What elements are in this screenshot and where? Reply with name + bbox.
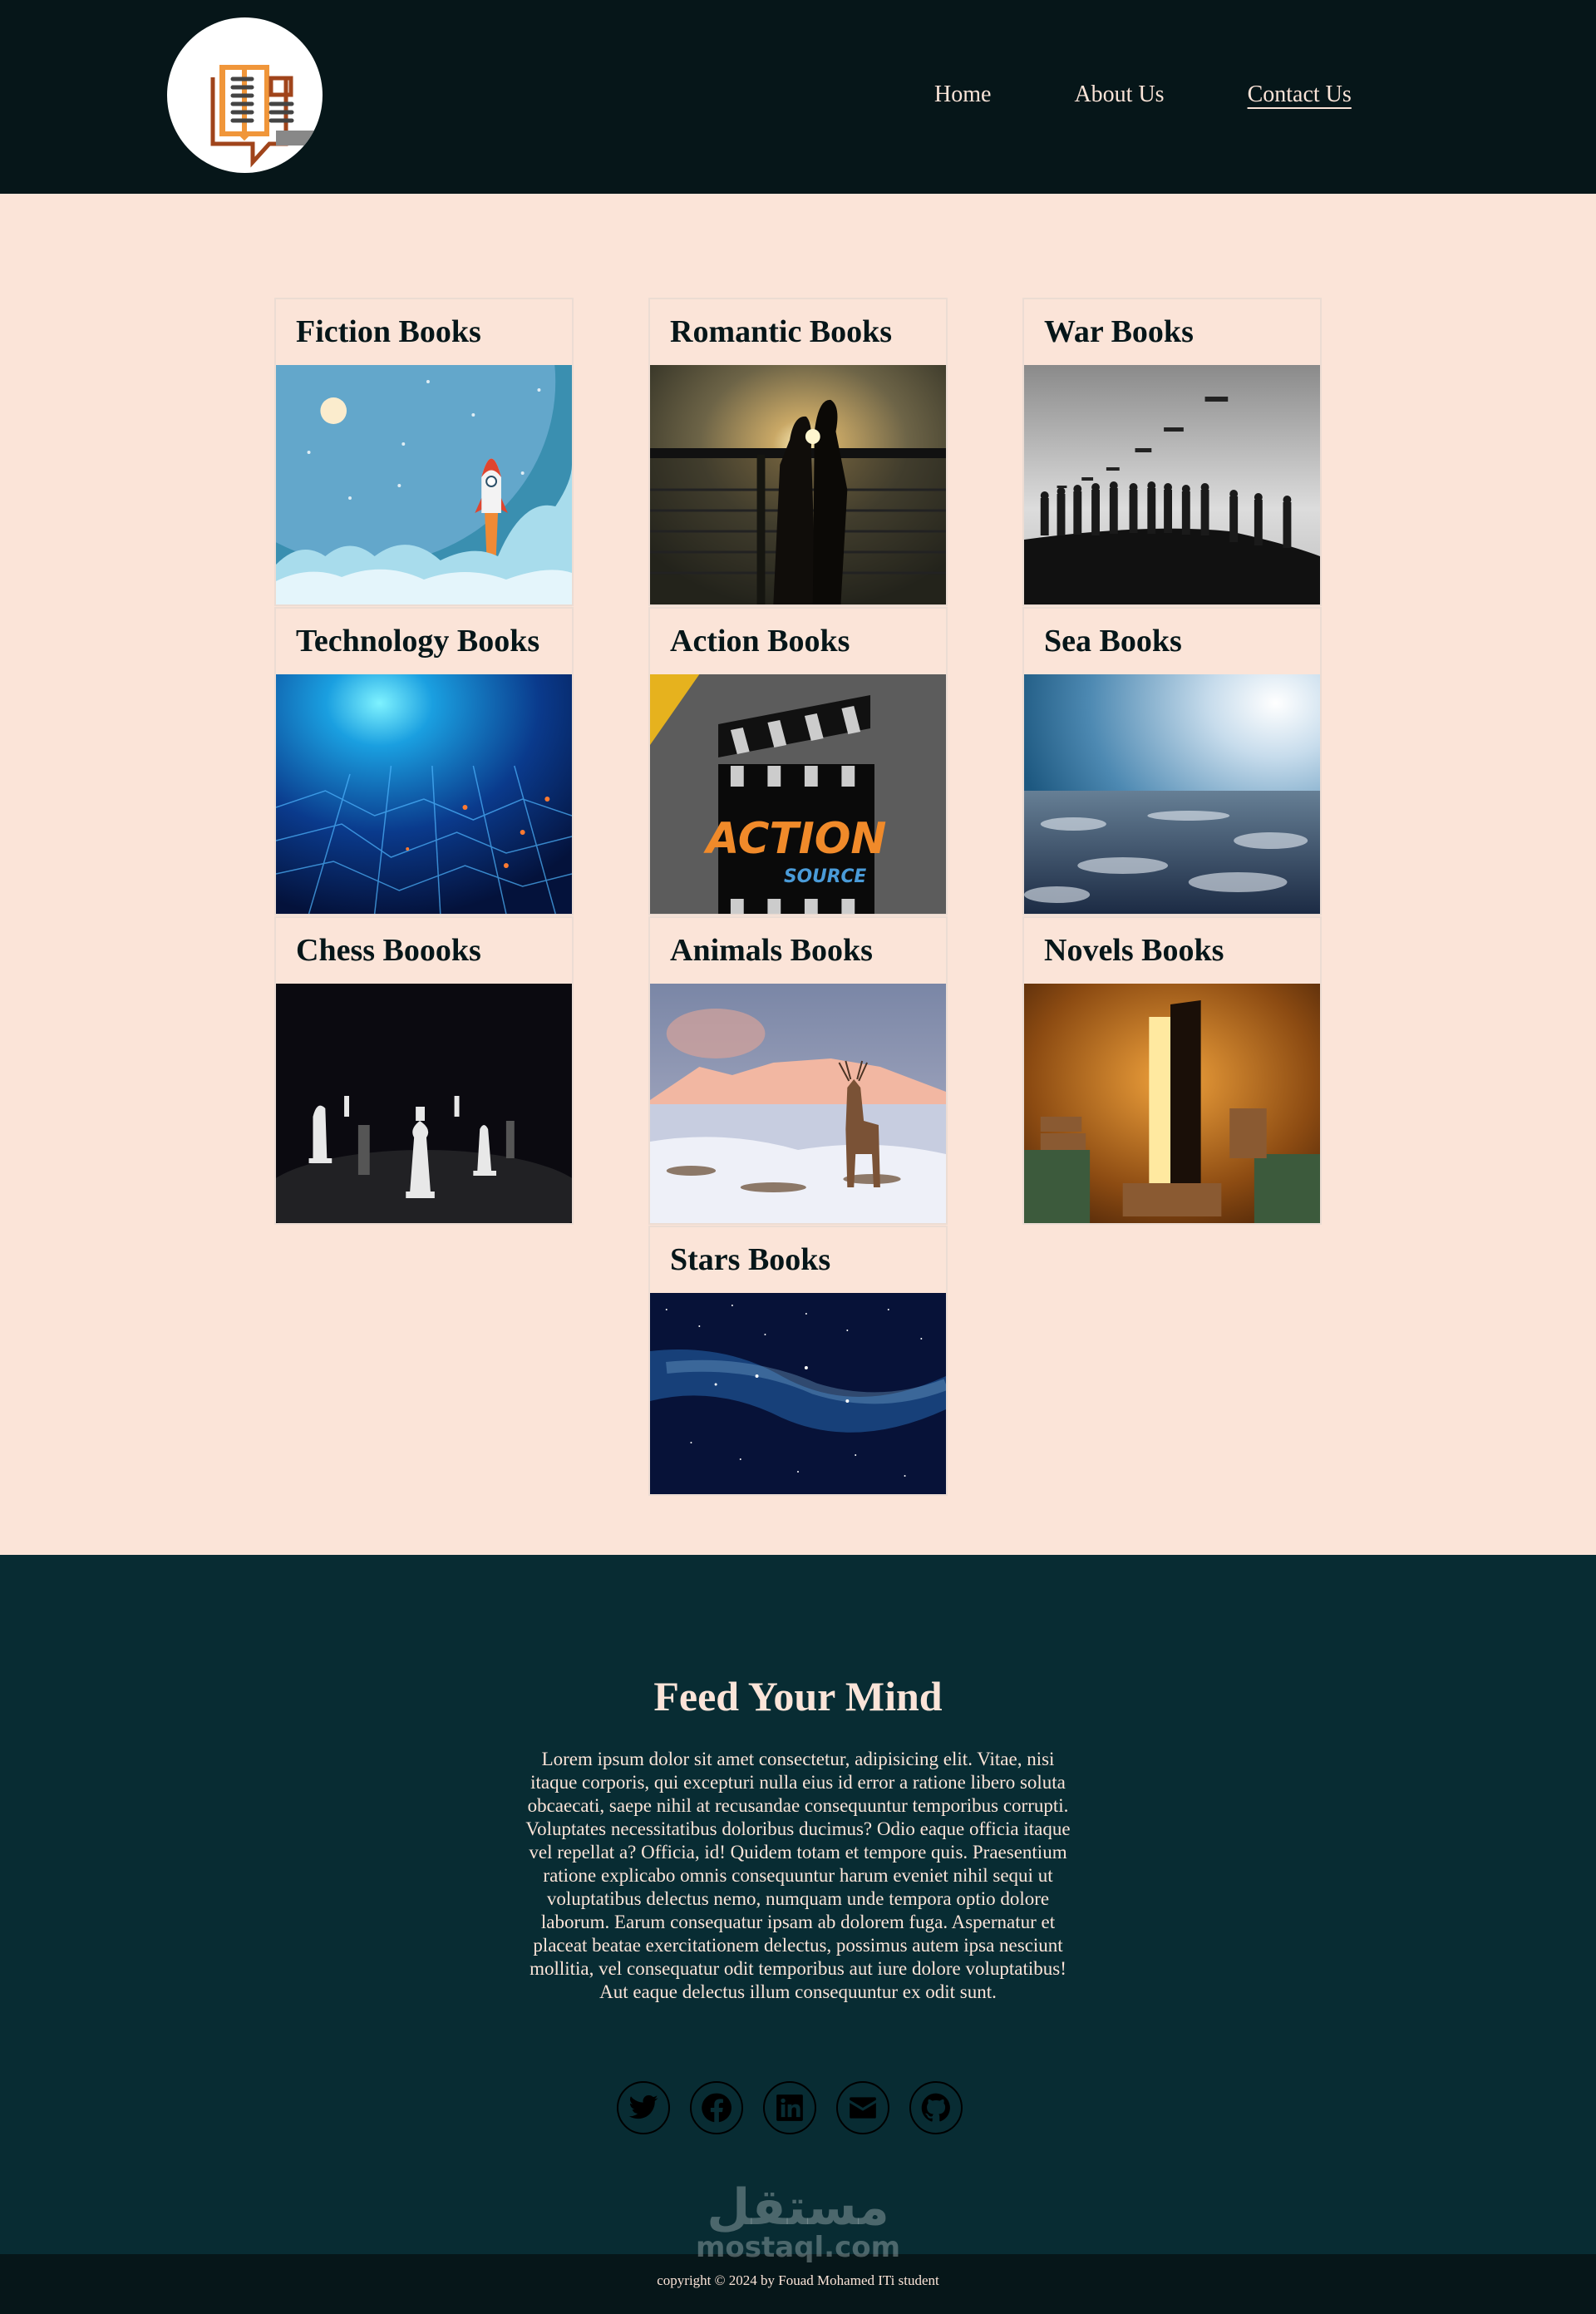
categories-section: Fiction Books Romantic Books War Books T… [0, 194, 1596, 1555]
stars-milky-way-image[interactable] [650, 1293, 946, 1494]
category-card-war[interactable]: War Books [1022, 298, 1322, 606]
card-title: Sea Books [1044, 624, 1182, 659]
site-footer: Feed Your Mind Lorem ipsum dolor sit ame… [0, 1555, 1596, 2262]
animals-deer-image[interactable] [650, 984, 946, 1223]
category-card-stars[interactable]: Stars Books [648, 1226, 948, 1496]
copyright-text: copyright © 2024 by Fouad Mohamed ITi st… [657, 2272, 939, 2288]
romantic-couple-image[interactable] [650, 365, 946, 604]
nav-about-link[interactable]: About Us [1074, 80, 1164, 110]
card-title: Novels Books [1044, 933, 1224, 968]
mostaql-watermark: مستقل mostaql.com [690, 2178, 906, 2262]
watermark-latin: mostaql.com [695, 2231, 901, 2264]
sea-waves-image[interactable] [1024, 674, 1320, 914]
twitter-link[interactable] [617, 2081, 670, 2134]
github-link[interactable] [909, 2081, 963, 2134]
footer-description: Lorem ipsum dolor sit amet consectetur, … [525, 1749, 1071, 2002]
card-title: Action Books [670, 624, 850, 659]
nav-contact-link[interactable]: Contact Us [1248, 80, 1352, 110]
site-logo[interactable] [167, 17, 323, 173]
card-title: Animals Books [670, 933, 873, 968]
action-clapperboard-image[interactable]: ACTION SOURCE [650, 674, 946, 914]
facebook-link[interactable] [690, 2081, 743, 2134]
github-icon [921, 2093, 950, 2122]
watermark-arabic: مستقل [707, 2178, 889, 2237]
facebook-icon [702, 2093, 732, 2123]
category-card-novels[interactable]: Novels Books [1022, 916, 1322, 1225]
category-card-technology[interactable]: Technology Books [274, 607, 574, 915]
chess-pieces-image[interactable] [276, 984, 572, 1223]
novels-glowing-book-image[interactable] [1024, 984, 1320, 1223]
envelope-icon [850, 2097, 876, 2119]
war-soldiers-image[interactable] [1024, 365, 1320, 604]
site-header: Home About Us Contact Us [0, 0, 1596, 194]
category-card-fiction[interactable]: Fiction Books [274, 298, 574, 606]
footer-heading: Feed Your Mind [653, 1673, 943, 1719]
email-link[interactable] [836, 2081, 889, 2134]
svg-text:ACTION: ACTION [703, 814, 887, 864]
category-card-chess[interactable]: Chess Boooks [274, 916, 574, 1225]
fiction-rocket-image[interactable] [276, 365, 572, 604]
card-title: War Books [1044, 314, 1194, 349]
linkedin-link[interactable] [763, 2081, 816, 2134]
card-title: Technology Books [296, 624, 540, 659]
social-links [617, 2081, 983, 2134]
category-card-romantic[interactable]: Romantic Books [648, 298, 948, 606]
svg-text:SOURCE: SOURCE [784, 866, 866, 887]
main-nav: Home About Us Contact Us [934, 80, 1352, 110]
card-title: Stars Books [670, 1242, 831, 1277]
card-title: Chess Boooks [296, 933, 481, 968]
linkedin-icon [776, 2094, 803, 2121]
category-card-animals[interactable]: Animals Books [648, 916, 948, 1225]
nav-home-link[interactable]: Home [934, 80, 991, 110]
book-logo-icon [210, 65, 323, 168]
category-card-sea[interactable]: Sea Books [1022, 607, 1322, 915]
card-title: Fiction Books [296, 314, 481, 349]
twitter-icon [628, 2094, 658, 2119]
technology-circuit-image[interactable] [276, 674, 572, 914]
card-title: Romantic Books [670, 314, 893, 349]
category-card-action[interactable]: Action Books ACTION SOURCE [648, 607, 948, 915]
